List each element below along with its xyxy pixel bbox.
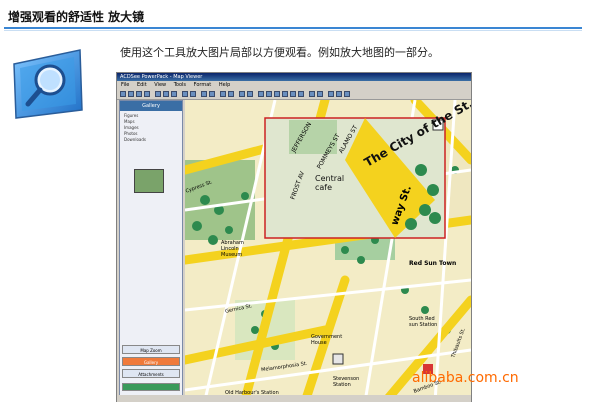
fill-icon[interactable] <box>298 91 304 97</box>
watermark: alibaba.com.cn <box>412 370 519 386</box>
status-bar <box>117 395 471 402</box>
map-label-government: Government House <box>311 334 343 346</box>
app-window-title: ACDSee PowerPack - Map Viewer <box>117 73 471 81</box>
map-view[interactable]: The City of the St. Central cafe JEFFERS… <box>185 100 471 402</box>
pointer-icon[interactable] <box>239 91 245 97</box>
map-label-central-cafe: Central cafe <box>315 174 345 192</box>
menu-bar: File Edit View Tools Format Help <box>117 81 471 89</box>
pen-icon[interactable] <box>258 91 264 97</box>
map-label-south-redsun: South Red sun Station <box>409 316 438 328</box>
magnifier-tool-icon[interactable] <box>344 91 350 97</box>
line-icon[interactable] <box>274 91 280 97</box>
new-icon[interactable] <box>120 91 126 97</box>
app-screenshot: ACDSee PowerPack - Map Viewer File Edit … <box>116 72 472 402</box>
resize-icon[interactable] <box>228 91 234 97</box>
sidebar-header: Gallery <box>120 101 182 111</box>
section-header: 增强观看的舒适性 放大镜 <box>0 0 591 28</box>
folder-tree: Figures Maps Images Photos Downloads <box>124 113 146 143</box>
print-icon[interactable] <box>144 91 150 97</box>
map-thumbnail[interactable] <box>134 169 164 193</box>
tree-item[interactable]: Downloads <box>124 137 146 143</box>
section-title: 增强观看的舒适性 放大镜 <box>8 10 145 24</box>
eraser-icon[interactable] <box>309 91 315 97</box>
hand-icon[interactable] <box>247 91 253 97</box>
menu-file[interactable]: File <box>121 82 129 88</box>
undo-icon[interactable] <box>182 91 188 97</box>
feature-description: 使用这个工具放大图片局部以方便观看。例如放大地图的一部分。 <box>120 46 439 59</box>
title-divider <box>4 27 582 29</box>
menu-edit[interactable]: Edit <box>137 82 147 88</box>
brush-icon[interactable] <box>266 91 272 97</box>
toolbar <box>117 89 471 100</box>
title-divider-shadow <box>4 30 582 31</box>
ellipse-icon[interactable] <box>290 91 296 97</box>
sidebar: Gallery Figures Maps Images Photos Downl… <box>119 100 183 398</box>
map-label-stevenson: Stevenson Station <box>333 376 360 388</box>
menu-help[interactable]: Help <box>219 82 230 88</box>
open-icon[interactable] <box>128 91 134 97</box>
crop-icon[interactable] <box>220 91 226 97</box>
menu-format[interactable]: Format <box>194 82 212 88</box>
paste-icon[interactable] <box>171 91 177 97</box>
copy-icon[interactable] <box>163 91 169 97</box>
magnifier-icon <box>10 44 85 124</box>
rect-icon[interactable] <box>282 91 288 97</box>
status-indicator <box>122 383 180 391</box>
cut-icon[interactable] <box>155 91 161 97</box>
menu-tools[interactable]: Tools <box>174 82 186 88</box>
text-icon[interactable] <box>317 91 323 97</box>
flip-icon[interactable] <box>209 91 215 97</box>
gallery-button[interactable]: Gallery <box>122 357 180 366</box>
map-zoom-button[interactable]: Map Zoom <box>122 345 180 354</box>
zoom-in-icon[interactable] <box>328 91 334 97</box>
map-label-red-sun-town: Red Sun Town <box>409 260 457 267</box>
zoom-out-icon[interactable] <box>336 91 342 97</box>
menu-view[interactable]: View <box>154 82 166 88</box>
map-label-abraham: Abraham Lincoln Museum <box>221 240 244 258</box>
save-icon[interactable] <box>136 91 142 97</box>
attachments-button[interactable]: Attachments <box>122 369 180 378</box>
rotate-icon[interactable] <box>201 91 207 97</box>
redo-icon[interactable] <box>190 91 196 97</box>
